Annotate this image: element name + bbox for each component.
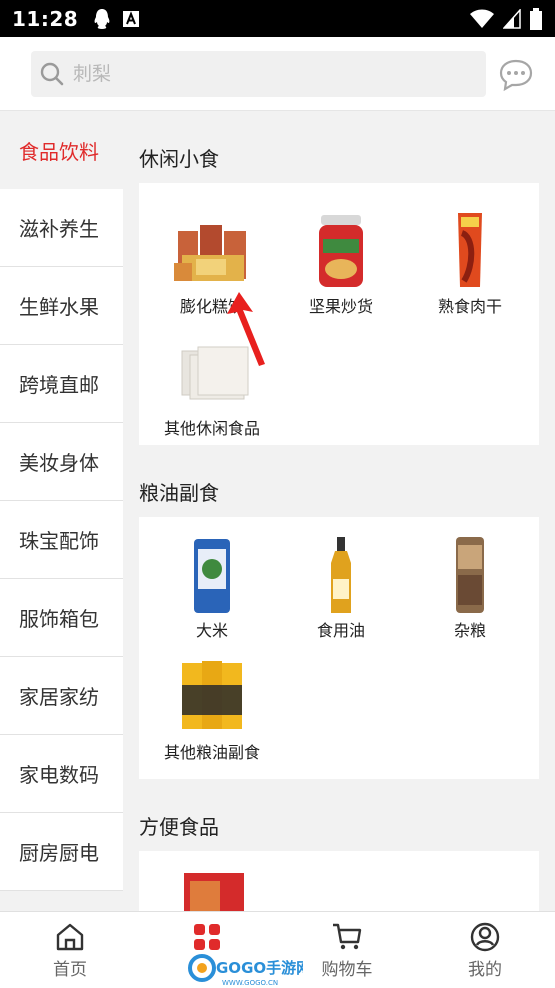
category-content: 休闲小食 膨化糕饼 坚果炒货 熟食肉干 其他休闲食品 粮油副食 大米 食用油 杂…	[123, 111, 555, 911]
nav-cart[interactable]: 购物车	[297, 912, 397, 988]
grain-bag-image	[456, 537, 484, 613]
arrow-annotation	[227, 292, 265, 366]
nav-home[interactable]: 首页	[20, 912, 120, 988]
sidebar-item-label: 生鲜水果	[19, 295, 99, 319]
sidebar-item-label: 滋补养生	[19, 217, 99, 241]
font-app-icon	[123, 10, 140, 27]
section-card-grain-oil: 大米 食用油 杂粮 其他粮油副食	[139, 517, 539, 779]
subcategory-grains[interactable]: 杂粮	[405, 535, 535, 641]
gogo-watermark-logo: GOGO手游网 WWW.GOGO.CN	[188, 954, 303, 987]
search-bar[interactable]	[31, 51, 486, 97]
section-title-grain-oil: 粮油副食	[139, 481, 219, 505]
sidebar-item-kitchen[interactable]: 厨房厨电	[0, 813, 123, 891]
nav-label: 购物车	[321, 960, 373, 980]
sidebar-item-label: 跨境直邮	[19, 373, 99, 397]
noodle-pack-image	[182, 661, 242, 729]
subcategory-rice[interactable]: 大米	[147, 535, 277, 641]
section-card-snacks: 膨化糕饼 坚果炒货 熟食肉干 其他休闲食品	[139, 183, 539, 445]
category-icon	[194, 924, 220, 950]
watermark-sub: WWW.GOGO.CN	[222, 979, 278, 987]
nav-label: 我的	[468, 960, 502, 980]
subcategory-label: 大米	[195, 621, 228, 640]
subcategory-instant-food-item[interactable]	[147, 871, 277, 911]
sidebar-item-label: 厨房厨电	[19, 841, 99, 865]
subcategory-label: 其他粮油副食	[163, 743, 260, 762]
subcategory-label: 杂粮	[453, 621, 486, 640]
nav-label: 首页	[53, 960, 87, 980]
subcategory-nuts[interactable]: 坚果炒货	[276, 211, 406, 317]
jerky-pack-image	[458, 213, 482, 287]
sidebar-item-label: 服饰箱包	[19, 607, 99, 631]
status-time: 11:28	[12, 6, 79, 31]
header	[0, 37, 555, 111]
rice-bag-image	[194, 539, 230, 613]
sidebar-item-apparel[interactable]: 服饰箱包	[0, 579, 123, 657]
wifi-icon	[470, 9, 494, 28]
sidebar-item-label: 家电数码	[19, 763, 99, 787]
signal-icon	[503, 8, 521, 29]
sidebar-item-food-drinks[interactable]: 食品饮料	[0, 111, 123, 189]
nav-profile[interactable]: 我的	[435, 912, 535, 988]
subcategory-label: 坚果炒货	[308, 297, 373, 316]
subcategory-label: 熟食肉干	[437, 297, 502, 316]
sidebar-item-jewelry[interactable]: 珠宝配饰	[0, 501, 123, 579]
section-title-instant-food: 方便食品	[139, 815, 219, 839]
watermark-text: GOGO手游网	[216, 959, 303, 977]
qq-notification-icon	[94, 8, 110, 29]
cart-icon	[333, 923, 362, 950]
sidebar-item-health[interactable]: 滋补养生	[0, 189, 123, 267]
nut-jar-image	[319, 215, 363, 287]
sidebar-item-label: 食品饮料	[19, 139, 99, 164]
subcategory-label: 食用油	[316, 621, 365, 640]
sidebar-item-label: 美妆身体	[19, 451, 99, 475]
subcategory-other-grain-oil[interactable]: 其他粮油副食	[147, 657, 277, 763]
oil-bottle-image	[331, 537, 351, 613]
status-system-icons	[469, 7, 543, 30]
sidebar-item-beauty[interactable]: 美妆身体	[0, 423, 123, 501]
sidebar-item-fresh-fruit[interactable]: 生鲜水果	[0, 267, 123, 345]
search-input[interactable]	[73, 63, 453, 85]
subcategory-cooked-meat[interactable]: 熟食肉干	[405, 211, 535, 317]
home-icon	[56, 923, 84, 951]
category-sidebar: 食品饮料 滋补养生 生鲜水果 跨境直邮 美妆身体 珠宝配饰 服饰箱包 家居家纺 …	[0, 111, 123, 911]
message-icon[interactable]	[498, 58, 534, 92]
section-title-snacks: 休闲小食	[139, 147, 219, 171]
sidebar-item-home-textiles[interactable]: 家居家纺	[0, 657, 123, 735]
sidebar-item-label: 家居家纺	[19, 685, 99, 709]
sidebar-item-label: 珠宝配饰	[19, 529, 99, 553]
bottom-nav: 首页 购物车 我的 GOGO手游网 WWW.GOGO.CN	[0, 911, 555, 988]
snack-box-image	[174, 225, 246, 281]
status-notification-icons	[92, 8, 140, 30]
status-bar: 11:28	[0, 0, 555, 37]
search-icon	[40, 62, 64, 86]
sidebar-item-cross-border[interactable]: 跨境直邮	[0, 345, 123, 423]
red-gift-box-image	[184, 873, 244, 911]
battery-icon	[530, 7, 542, 30]
subcategory-label: 其他休闲食品	[163, 419, 260, 438]
subcategory-cooking-oil[interactable]: 食用油	[276, 535, 406, 641]
sidebar-item-electronics[interactable]: 家电数码	[0, 735, 123, 813]
profile-icon	[470, 922, 500, 952]
section-card-instant-food	[139, 851, 539, 911]
